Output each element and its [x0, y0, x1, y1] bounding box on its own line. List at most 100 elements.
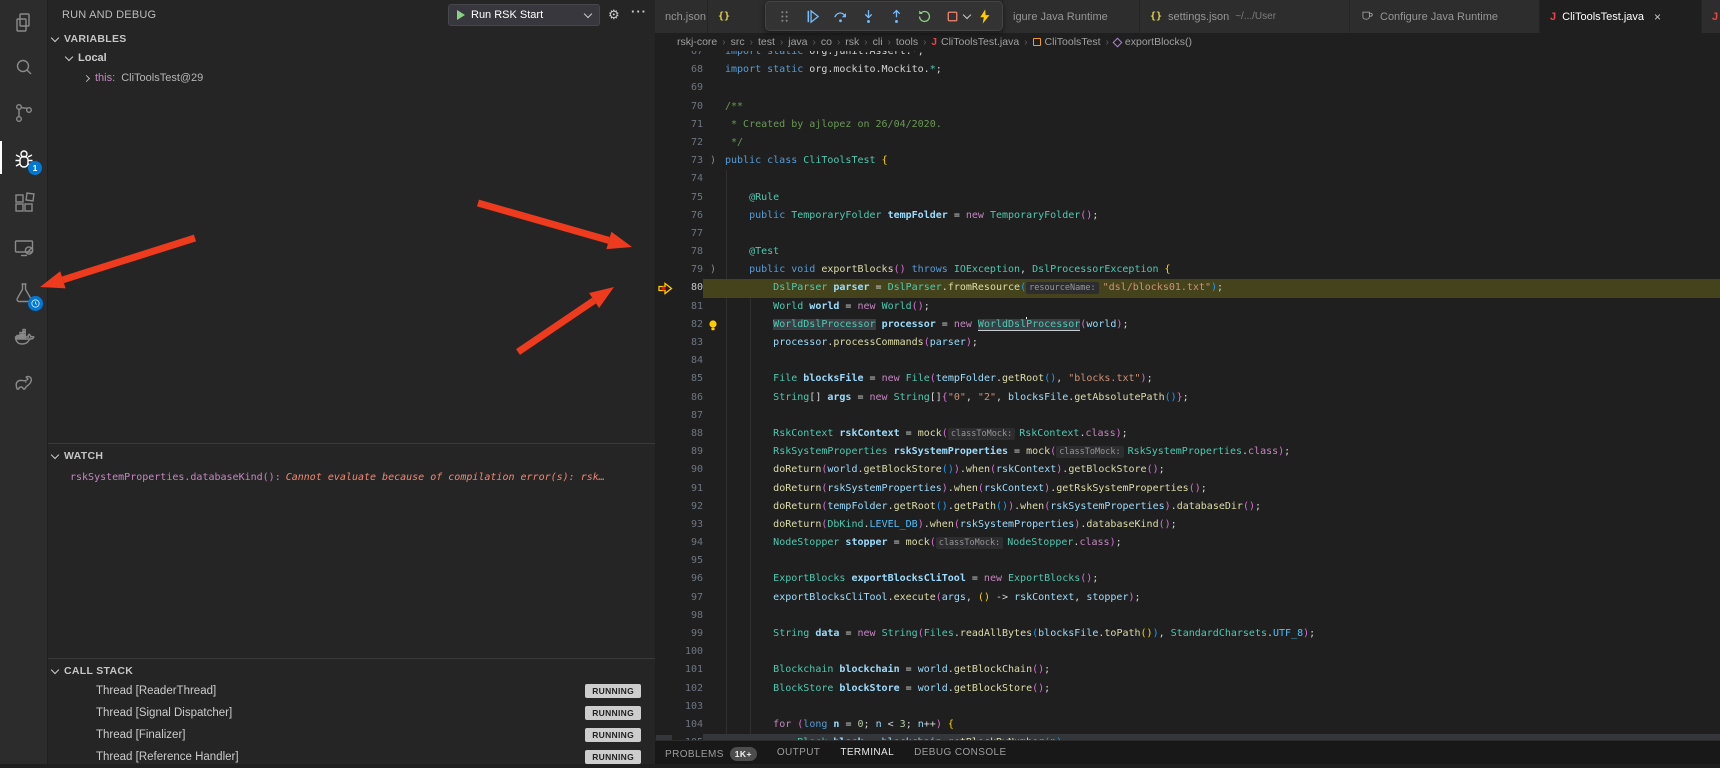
line-number[interactable]: 75	[677, 189, 703, 207]
gutter-glyph-margin[interactable]	[655, 98, 677, 116]
line-number[interactable]: 69	[677, 79, 703, 97]
gutter-glyph-margin[interactable]	[655, 134, 677, 152]
panel-tab-terminal[interactable]: TERMINAL	[840, 747, 894, 758]
gutter-glyph-margin[interactable]	[655, 225, 677, 243]
line-number[interactable]: 95	[677, 552, 703, 570]
call-stack-thread[interactable]: Thread [Reference Handler]RUNNING	[48, 746, 655, 768]
activity-explorer-icon[interactable]	[0, 0, 48, 45]
breadcrumb-item-co[interactable]: co	[821, 36, 832, 48]
line-number[interactable]: 68	[677, 61, 703, 79]
line-number[interactable]: 76	[677, 207, 703, 225]
activity-source-control-icon[interactable]	[0, 90, 48, 135]
line-number[interactable]: 85	[677, 370, 703, 388]
gutter-glyph-margin[interactable]	[655, 189, 677, 207]
gutter-glyph-margin[interactable]	[655, 116, 677, 134]
gutter-glyph-margin[interactable]	[655, 625, 677, 643]
watch-expression-row[interactable]: rskSystemProperties.databaseKind(): Cann…	[48, 467, 655, 487]
activity-docker-icon[interactable]	[0, 315, 48, 360]
gutter-glyph-margin[interactable]	[655, 661, 677, 679]
line-number[interactable]: 89	[677, 443, 703, 461]
gutter-glyph-margin[interactable]	[655, 243, 677, 261]
watch-header[interactable]: WATCH	[48, 447, 655, 465]
tab-clitoolstest-java[interactable]: JCliToolsTest.java×	[1540, 0, 1702, 33]
tab-igure-java-runtime[interactable]: igure Java Runtime	[1003, 0, 1140, 33]
gutter-glyph-margin[interactable]	[655, 370, 677, 388]
gutter-glyph-margin[interactable]	[655, 352, 677, 370]
line-number[interactable]: 99	[677, 625, 703, 643]
line-number[interactable]: 101	[677, 661, 703, 679]
line-number[interactable]: 86	[677, 389, 703, 407]
variables-header[interactable]: VARIABLES	[48, 30, 655, 48]
gutter-glyph-margin[interactable]	[655, 207, 677, 225]
panel-tab-problems[interactable]: PROBLEMS1K+	[665, 747, 757, 761]
fold-column[interactable]: )	[703, 261, 723, 279]
line-number[interactable]: 77	[677, 225, 703, 243]
line-number[interactable]: 90	[677, 461, 703, 479]
breadcrumb-item-java[interactable]: java	[788, 36, 807, 48]
line-number[interactable]: 73	[677, 152, 703, 170]
breadcrumb-item-rsk[interactable]: rsk	[845, 36, 859, 48]
line-number[interactable]: 87	[677, 407, 703, 425]
breadcrumb-item-src[interactable]: src	[731, 36, 745, 48]
gutter-glyph-margin[interactable]	[655, 498, 677, 516]
activity-extensions-icon[interactable]	[0, 180, 48, 225]
tab-configure-java-runtime[interactable]: Configure Java Runtime	[1350, 0, 1540, 33]
gutter-glyph-margin[interactable]	[655, 298, 677, 316]
step-out-button[interactable]	[882, 3, 910, 29]
gutter-glyph-margin[interactable]	[655, 152, 677, 170]
breadcrumb-item-cli[interactable]: cli	[873, 36, 883, 48]
gutter-glyph-margin[interactable]	[655, 516, 677, 534]
line-number[interactable]: 104	[677, 716, 703, 734]
activity-run-debug-icon[interactable]: 1	[0, 135, 48, 180]
gear-icon[interactable]: ⚙	[608, 7, 620, 23]
call-stack-thread[interactable]: Thread [Signal Dispatcher]RUNNING	[48, 702, 655, 724]
gutter-glyph-margin[interactable]	[655, 570, 677, 588]
line-number[interactable]: 92	[677, 498, 703, 516]
gutter-glyph-margin[interactable]	[655, 552, 677, 570]
gutter-glyph-margin[interactable]	[655, 480, 677, 498]
lightbulb-icon[interactable]	[703, 316, 723, 334]
line-number[interactable]: 81	[677, 298, 703, 316]
close-icon[interactable]: ×	[1654, 10, 1661, 24]
launch-config-dropdown[interactable]: Run RSK Start	[448, 4, 600, 26]
step-over-button[interactable]	[826, 3, 854, 29]
gutter-glyph-margin[interactable]	[655, 443, 677, 461]
activity-search-icon[interactable]	[0, 45, 48, 90]
gutter-glyph-margin[interactable]	[655, 61, 677, 79]
gutter-glyph-margin[interactable]	[655, 534, 677, 552]
line-number[interactable]: 100	[677, 643, 703, 661]
line-number[interactable]: 94	[677, 534, 703, 552]
line-number[interactable]: 70	[677, 98, 703, 116]
tab-partial[interactable]: J	[1702, 0, 1720, 33]
line-number[interactable]: 78	[677, 243, 703, 261]
gutter-glyph-margin[interactable]	[655, 716, 677, 734]
stop-button[interactable]	[938, 3, 966, 29]
gutter-glyph-margin[interactable]	[655, 607, 677, 625]
debug-step-indicator-icon[interactable]	[655, 279, 677, 297]
activity-gradle-icon[interactable]	[0, 360, 48, 405]
breadcrumb-item-exportblocks-[interactable]: exportBlocks()	[1114, 36, 1192, 48]
gutter-glyph-margin[interactable]	[655, 316, 677, 334]
gutter-glyph-margin[interactable]	[655, 589, 677, 607]
line-number[interactable]: 98	[677, 607, 703, 625]
line-number[interactable]: 97	[677, 589, 703, 607]
breadcrumb-item-clitoolstest-java[interactable]: JCliToolsTest.java	[931, 36, 1019, 48]
call-stack-thread[interactable]: Thread [Finalizer]RUNNING	[48, 724, 655, 746]
breadcrumb-item-rskj-core[interactable]: rskj-core	[677, 36, 717, 48]
line-number[interactable]: 88	[677, 425, 703, 443]
line-number[interactable]: 80	[677, 279, 703, 297]
line-number[interactable]: 93	[677, 516, 703, 534]
panel-tab-debug-console[interactable]: DEBUG CONSOLE	[914, 747, 1006, 758]
gutter-glyph-margin[interactable]	[655, 680, 677, 698]
hot-code-replace-button[interactable]	[970, 3, 998, 29]
breadcrumb-item-tools[interactable]: tools	[896, 36, 918, 48]
step-into-button[interactable]	[854, 3, 882, 29]
line-number[interactable]: 83	[677, 334, 703, 352]
gutter-glyph-margin[interactable]	[655, 698, 677, 716]
call-stack-thread[interactable]: Thread [ReaderThread]RUNNING	[48, 680, 655, 702]
line-number[interactable]: 74	[677, 170, 703, 188]
gutter-glyph-margin[interactable]	[655, 79, 677, 97]
gutter-glyph-margin[interactable]	[655, 389, 677, 407]
line-number[interactable]: 72	[677, 134, 703, 152]
panel-tab-output[interactable]: OUTPUT	[777, 747, 821, 758]
